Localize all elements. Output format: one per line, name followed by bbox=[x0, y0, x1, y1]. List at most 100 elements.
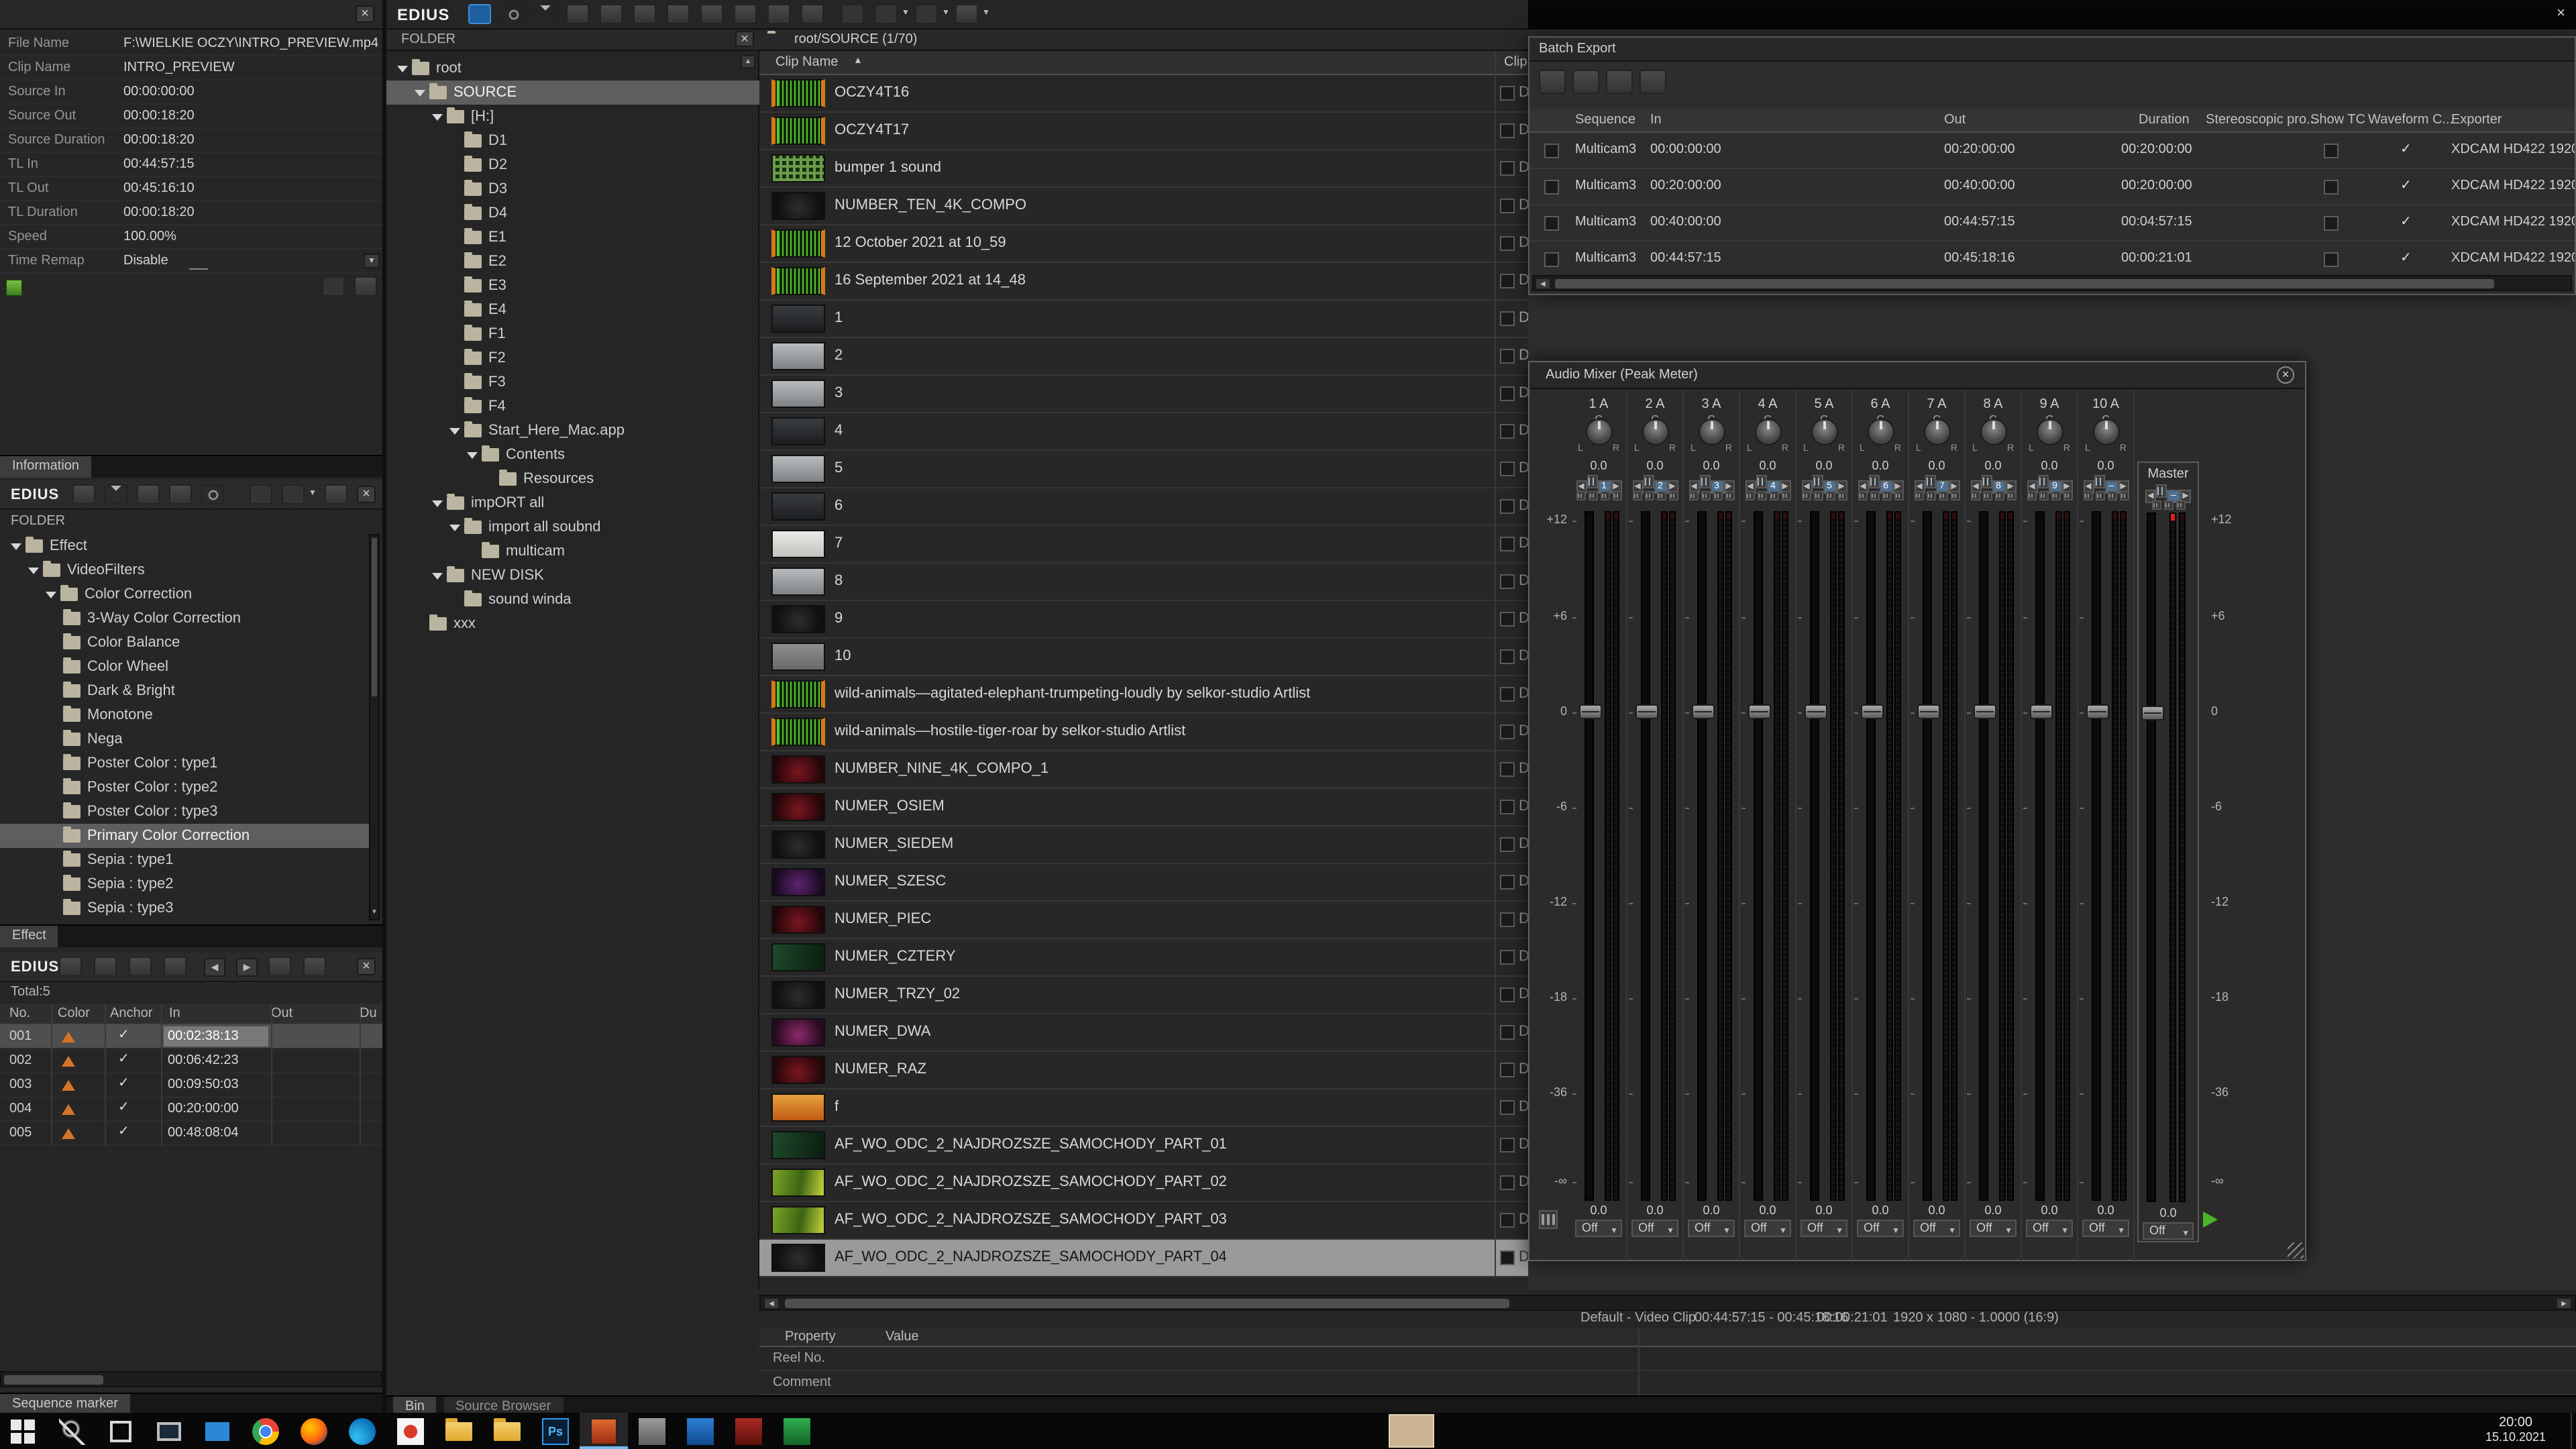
mini-button-icon[interactable] bbox=[2163, 500, 2173, 510]
bin-tree-item[interactable]: D4 bbox=[386, 201, 759, 225]
chevron-down-icon[interactable] bbox=[46, 591, 56, 598]
fader-track[interactable] bbox=[2147, 513, 2156, 1202]
sort-ascending-icon[interactable]: ▲ bbox=[853, 56, 863, 66]
pan-knob[interactable] bbox=[1980, 419, 2007, 445]
up-triangle-icon[interactable] bbox=[105, 484, 127, 504]
batch-column-header[interactable]: Waveform C... bbox=[2368, 113, 2453, 127]
comment-icon[interactable] bbox=[164, 957, 186, 977]
fader-handle[interactable] bbox=[1805, 704, 1827, 719]
bin-tree-item[interactable]: NEW DISK bbox=[386, 564, 759, 588]
start-button[interactable] bbox=[0, 1413, 48, 1449]
pin-icon[interactable] bbox=[94, 957, 117, 977]
clip-checkbox[interactable] bbox=[1500, 875, 1515, 890]
mini-button-icon[interactable] bbox=[2151, 500, 2161, 510]
bin-tree-item[interactable]: D2 bbox=[386, 153, 759, 177]
taskbar-edius[interactable] bbox=[580, 1413, 628, 1449]
chevron-down-icon[interactable]: ▼ bbox=[309, 490, 317, 498]
clip-row[interactable]: AF_WO_ODC_2_NAJDROZSZE_SAMOCHODY_PART_03… bbox=[759, 1202, 1528, 1240]
clip-checkbox[interactable] bbox=[1500, 649, 1515, 664]
mini-button-icon[interactable] bbox=[1882, 491, 1891, 500]
fader-mode-dropdown[interactable]: Off▼ bbox=[1970, 1220, 2017, 1237]
effect-tree-item[interactable]: Sepia : type1 bbox=[0, 848, 369, 872]
effect-tree-item[interactable]: Poster Color : type2 bbox=[0, 775, 369, 800]
fader-mode-dropdown[interactable]: Off▼ bbox=[1913, 1220, 1960, 1237]
batch-export-row[interactable]: Multicam3 00:20:00:00 00:40:00:00 00:20:… bbox=[1529, 169, 2575, 205]
mini-button-icon[interactable] bbox=[1701, 491, 1710, 500]
row-checkbox[interactable] bbox=[1544, 180, 1559, 195]
meter-settings-icon[interactable] bbox=[1539, 1210, 1558, 1229]
mini-button-icon[interactable] bbox=[1926, 491, 1935, 500]
clip-checkbox[interactable] bbox=[1500, 274, 1515, 288]
clip-row[interactable]: NUMER_PIEC De bbox=[759, 902, 1528, 939]
marker-column-header[interactable]: Du bbox=[360, 1006, 377, 1021]
add-to-batch-icon[interactable] bbox=[1539, 70, 1566, 94]
waveform-button-icon[interactable] bbox=[1925, 475, 1935, 488]
bin-tree-item[interactable]: E1 bbox=[386, 225, 759, 250]
bin-tree-item[interactable]: Start_Here_Mac.app bbox=[386, 419, 759, 443]
mini-button-icon[interactable] bbox=[1688, 491, 1698, 500]
property-column-header[interactable]: Property bbox=[785, 1330, 836, 1344]
clip-column-header[interactable]: Clip bbox=[1504, 55, 1527, 70]
tab-source-browser[interactable]: Source Browser bbox=[443, 1397, 563, 1413]
clip-checkbox[interactable] bbox=[1500, 1100, 1515, 1115]
taskbar-photoshop[interactable]: Ps bbox=[531, 1413, 580, 1449]
add-title-icon[interactable] bbox=[633, 4, 656, 24]
fader-track[interactable] bbox=[2092, 511, 2101, 1201]
detail-view-icon[interactable] bbox=[875, 4, 898, 24]
clip-row[interactable]: 10 De bbox=[759, 639, 1528, 676]
bin-tree-item[interactable]: F3 bbox=[386, 370, 759, 394]
mini-button-icon[interactable] bbox=[1858, 491, 1867, 500]
effect-tree-item[interactable]: Color Correction bbox=[0, 582, 369, 606]
clip-checkbox[interactable] bbox=[1500, 86, 1515, 101]
chevron-down-icon[interactable] bbox=[449, 524, 460, 531]
fader-handle[interactable] bbox=[2030, 704, 2053, 719]
clip-checkbox[interactable] bbox=[1500, 574, 1515, 589]
close-icon[interactable]: × bbox=[356, 5, 374, 23]
marker-row[interactable]: 004 ✓ 00:20:00:00 bbox=[0, 1097, 382, 1122]
fader-track[interactable] bbox=[1697, 511, 1707, 1201]
waveform-button-icon[interactable] bbox=[2094, 475, 2104, 488]
fader-track[interactable] bbox=[1923, 511, 1932, 1201]
pan-knob[interactable] bbox=[1586, 419, 1613, 445]
effect-tree-item[interactable]: Primary Color Correction bbox=[0, 824, 369, 848]
list-view-icon[interactable] bbox=[250, 484, 272, 504]
bin-tree-item[interactable]: SOURCE bbox=[386, 80, 759, 105]
chevron-down-icon[interactable] bbox=[467, 451, 478, 458]
clip-checkbox[interactable] bbox=[1500, 462, 1515, 476]
mini-button-icon[interactable] bbox=[1588, 491, 1597, 500]
fader-mode-dropdown[interactable]: Off▼ bbox=[1801, 1220, 1847, 1237]
marker-in-timecode[interactable]: 00:09:50:03 bbox=[164, 1075, 268, 1095]
list-view-icon[interactable] bbox=[841, 4, 864, 24]
scroll-down-icon[interactable]: ▼ bbox=[370, 906, 378, 919]
clip-row[interactable]: bumper 1 sound De bbox=[759, 150, 1528, 188]
tab-sequence-marker[interactable]: Sequence marker bbox=[0, 1394, 130, 1413]
clip-checkbox[interactable] bbox=[1500, 199, 1515, 213]
clip-checkbox[interactable] bbox=[1500, 311, 1515, 326]
chevron-down-icon[interactable] bbox=[432, 113, 443, 120]
taskbar-search[interactable] bbox=[48, 1413, 97, 1449]
fader-track[interactable] bbox=[2035, 511, 2045, 1201]
mini-button-icon[interactable] bbox=[1656, 491, 1666, 500]
clip-checkbox[interactable] bbox=[1500, 1250, 1515, 1265]
scrollbar-thumb[interactable] bbox=[1555, 279, 2494, 288]
clip-checkbox[interactable] bbox=[1500, 499, 1515, 514]
marker-row[interactable]: 005 ✓ 00:48:08:04 bbox=[0, 1122, 382, 1146]
bin-tree-item[interactable]: xxx bbox=[386, 612, 759, 636]
batch-export-row[interactable]: Multicam3 00:44:57:15 00:45:18:16 00:00:… bbox=[1529, 241, 2575, 278]
mini-button-icon[interactable] bbox=[1894, 491, 1903, 500]
show-tc-checkbox[interactable] bbox=[2324, 144, 2339, 158]
clip-row[interactable]: NUMER_OSIEM De bbox=[759, 789, 1528, 826]
effect-tree-item[interactable]: Poster Color : type3 bbox=[0, 800, 369, 824]
scroll-down-icon[interactable]: ▼ bbox=[364, 254, 380, 268]
anchor-check-icon[interactable]: ✓ bbox=[118, 1124, 129, 1139]
clip-row[interactable]: NUMER_RAZ De bbox=[759, 1052, 1528, 1089]
clip-row[interactable]: OCZY4T17 De bbox=[759, 113, 1528, 150]
clip-checkbox[interactable] bbox=[1500, 386, 1515, 401]
clip-row[interactable]: 5 De bbox=[759, 451, 1528, 488]
clip-row[interactable]: 3 De bbox=[759, 376, 1528, 413]
clip-row[interactable]: 6 De bbox=[759, 488, 1528, 526]
remove-from-batch-icon[interactable] bbox=[1572, 70, 1599, 94]
edit-batch-icon[interactable] bbox=[1606, 70, 1633, 94]
mini-button-icon[interactable] bbox=[1769, 491, 1778, 500]
clip-checkbox[interactable] bbox=[1500, 612, 1515, 627]
